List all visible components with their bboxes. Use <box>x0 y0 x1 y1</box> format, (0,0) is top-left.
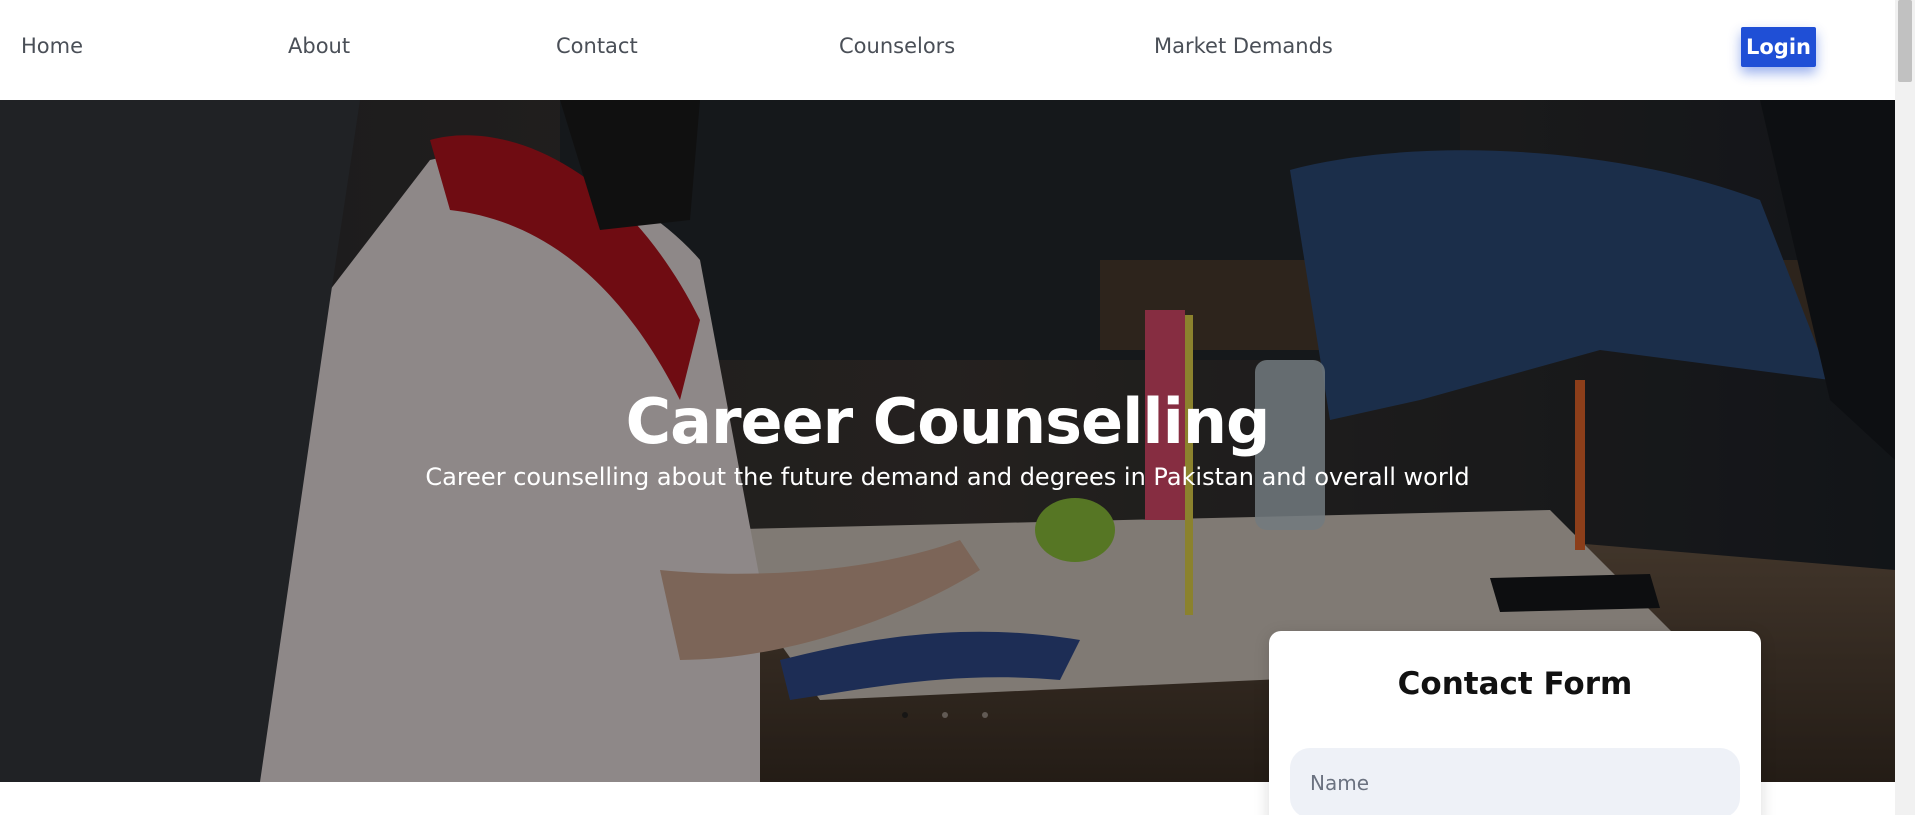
name-input[interactable] <box>1290 748 1740 815</box>
nav-contact-link[interactable]: Contact <box>556 34 638 58</box>
hero-subtitle: Career counselling about the future dema… <box>425 463 1470 491</box>
page: Home About Contact Counselors Market Dem… <box>0 0 1915 815</box>
contact-form-title: Contact Form <box>1397 666 1633 702</box>
hero-title: Career Counselling <box>625 385 1271 458</box>
nav-counselors-link[interactable]: Counselors <box>839 34 955 58</box>
nav-about-link[interactable]: About <box>288 34 350 58</box>
carousel-dot-1[interactable] <box>902 712 908 718</box>
nav-market-demands-link[interactable]: Market Demands <box>1154 34 1333 58</box>
nav-home-link[interactable]: Home <box>21 34 83 58</box>
carousel-dot-3[interactable] <box>982 712 988 718</box>
page-scrollbar[interactable] <box>1895 0 1915 815</box>
top-navbar: Home About Contact Counselors Market Dem… <box>0 0 1895 100</box>
carousel-indicators <box>902 712 988 718</box>
carousel-dot-2[interactable] <box>942 712 948 718</box>
scrollbar-thumb[interactable] <box>1898 0 1912 82</box>
contact-form-card: Contact Form <box>1269 631 1761 815</box>
login-button[interactable]: Login <box>1741 27 1816 67</box>
